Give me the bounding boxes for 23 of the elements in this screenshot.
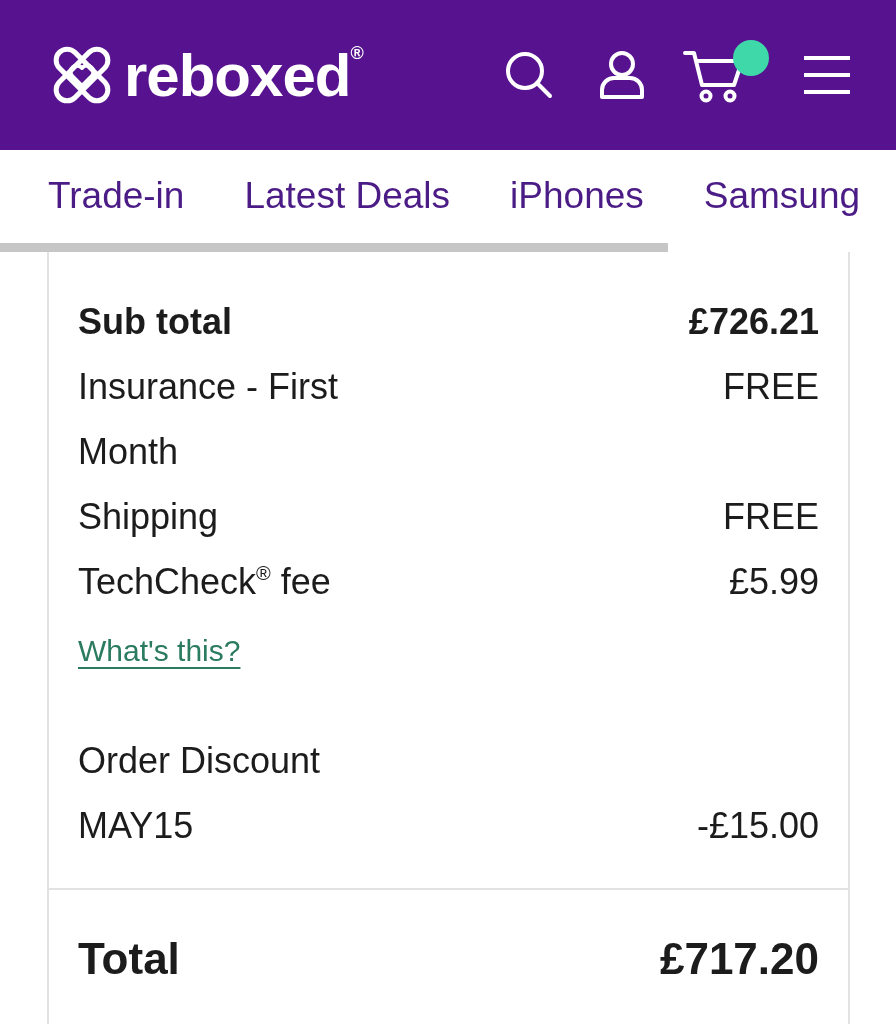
notification-dot-icon bbox=[733, 40, 769, 76]
summary-value: FREE bbox=[723, 495, 819, 539]
total-label: Total bbox=[78, 933, 180, 985]
summary-label: TechCheck$^{®}$ fee bbox=[78, 560, 331, 604]
logo-wordmark[interactable]: reboxed$^{®}$ bbox=[124, 37, 363, 113]
discount-title: Order Discount bbox=[78, 739, 321, 783]
info-link[interactable]: What's this? bbox=[78, 618, 241, 684]
nav-link[interactable]: Samsung bbox=[703, 175, 861, 218]
summary-value: £5.99 bbox=[728, 560, 819, 604]
summary-label: Shipping bbox=[78, 495, 219, 539]
nav-link[interactable]: iPhones bbox=[510, 175, 644, 218]
search-icon[interactable] bbox=[505, 51, 553, 99]
summary-label: Sub total bbox=[78, 300, 232, 344]
discount-code: MAY15 bbox=[78, 804, 194, 848]
summary-value: FREE bbox=[723, 365, 819, 409]
nav-link[interactable]: Trade-in bbox=[48, 175, 185, 218]
summary-label: Insurance - First Month bbox=[78, 365, 340, 474]
total-value: £717.20 bbox=[659, 933, 819, 985]
summary-value: £726.21 bbox=[688, 300, 819, 344]
account-icon[interactable] bbox=[598, 51, 646, 99]
discount-amount: -£15.00 bbox=[696, 804, 819, 848]
nav-link[interactable]: Latest Deals bbox=[244, 175, 451, 218]
menu-icon[interactable] bbox=[804, 55, 850, 95]
